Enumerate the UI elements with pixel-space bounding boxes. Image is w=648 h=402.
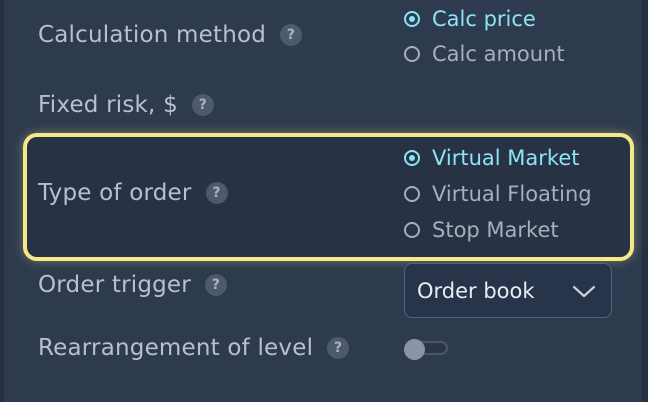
order-trigger-label: Order trigger: [38, 272, 191, 298]
toggle-knob: [404, 339, 425, 360]
calc-price-label: Calc price: [432, 7, 536, 31]
type-of-order-label: Type of order: [38, 180, 192, 206]
radio-unselected-icon: [404, 46, 420, 62]
virtual-market-label: Virtual Market: [432, 146, 580, 170]
calc-method-row-label: Calculation method ?: [38, 22, 303, 48]
calc-method-label: Calculation method: [38, 22, 267, 48]
fixed-risk-row-label: Fixed risk, $ ?: [38, 92, 214, 118]
calc-method-help-icon[interactable]: ?: [280, 24, 303, 46]
panel-right-edge: [642, 0, 648, 402]
rearrangement-label: Rearrangement of level: [38, 335, 314, 361]
radio-selected-icon: [404, 11, 420, 27]
virtual-floating-radio[interactable]: Virtual Floating: [404, 182, 592, 206]
order-trigger-help-icon[interactable]: ?: [204, 274, 227, 296]
rearrangement-toggle[interactable]: [404, 339, 450, 360]
order-trigger-row-label: Order trigger ?: [38, 272, 227, 298]
order-trigger-select[interactable]: Order book: [404, 263, 612, 318]
fixed-risk-help-icon[interactable]: ?: [191, 94, 214, 116]
radio-selected-icon: [404, 150, 420, 166]
virtual-floating-label: Virtual Floating: [432, 182, 592, 206]
order-settings-panel: Calculation method ? Calc price Calc amo…: [0, 0, 648, 402]
radio-unselected-icon: [404, 186, 420, 202]
radio-unselected-icon: [404, 222, 420, 238]
type-of-order-row-label: Type of order ?: [38, 180, 228, 206]
virtual-market-radio[interactable]: Virtual Market: [404, 146, 579, 170]
calc-amount-radio[interactable]: Calc amount: [404, 42, 565, 66]
stop-market-label: Stop Market: [432, 218, 559, 242]
rearrangement-row-label: Rearrangement of level ?: [38, 335, 350, 361]
rearrangement-help-icon[interactable]: ?: [327, 337, 350, 359]
order-trigger-value: Order book: [417, 278, 535, 303]
panel-left-edge: [0, 0, 4, 402]
chevron-down-icon: [572, 285, 596, 298]
calc-price-radio[interactable]: Calc price: [404, 7, 536, 31]
stop-market-radio[interactable]: Stop Market: [404, 218, 559, 242]
calc-amount-label: Calc amount: [432, 42, 565, 66]
fixed-risk-label: Fixed risk, $: [38, 92, 178, 118]
type-of-order-help-icon[interactable]: ?: [205, 182, 228, 204]
